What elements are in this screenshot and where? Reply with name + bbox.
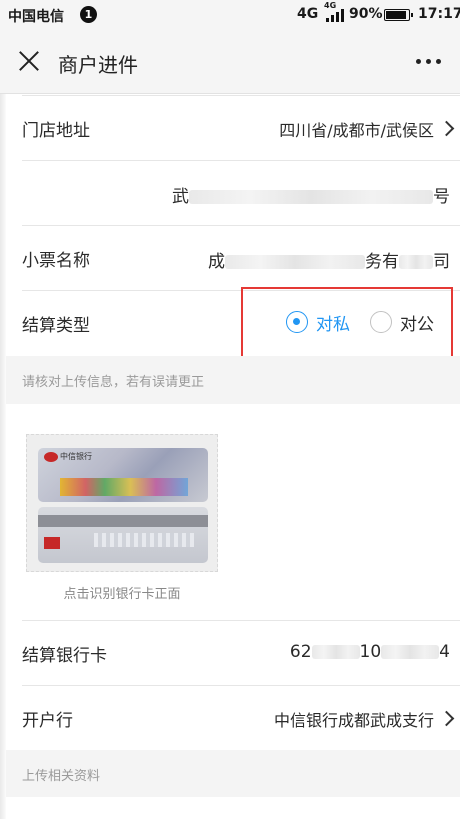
- receipt-name-label: 小票名称: [22, 251, 90, 271]
- page-title: 商户进件: [58, 53, 138, 77]
- redacted-text: [311, 645, 360, 659]
- close-icon[interactable]: [18, 50, 40, 72]
- opening-bank-row[interactable]: 开户行 中信银行成都武成支行: [6, 686, 460, 750]
- signature-panel: [94, 533, 194, 547]
- receipt-name-middle: 务有: [365, 252, 399, 272]
- bank-logo-icon: [44, 452, 58, 462]
- settlement-card-row[interactable]: 结算银行卡 62 10 4: [6, 621, 460, 685]
- settlement-type-label: 结算类型: [22, 316, 90, 336]
- form-content: 门店地址 四川省/成都市/武侯区 武号 小票名称 成务有司 结算类型 对私 对公…: [6, 94, 460, 819]
- battery-percent: 90%: [349, 6, 383, 22]
- address-detail-value: 武号: [172, 182, 450, 207]
- opening-bank-value: 中信银行成都武成支行: [273, 711, 434, 730]
- chevron-right-icon: [438, 710, 455, 727]
- receipt-name-suffix: 司: [433, 252, 450, 272]
- bank-card-front: 中信银行: [38, 448, 208, 502]
- address-detail-suffix: 号: [433, 187, 450, 207]
- battery-icon: [384, 9, 413, 21]
- store-address-row[interactable]: 门店地址 四川省/成都市/武侯区: [6, 96, 460, 160]
- bank-card-back: [38, 507, 208, 563]
- upload-section: 上传相关资料: [6, 750, 460, 797]
- bank-name-on-card: 中信银行: [60, 452, 92, 461]
- bank-card-photo[interactable]: 中信银行: [26, 434, 218, 572]
- opening-bank-label: 开户行: [22, 711, 73, 731]
- chevron-right-icon: [438, 120, 455, 137]
- store-address-value: 四川省/成都市/武侯区: [279, 121, 434, 140]
- redacted-stripe: [60, 478, 188, 496]
- signal-icon: [326, 9, 344, 22]
- clock: 17:17: [418, 6, 460, 22]
- receipt-name-prefix: 成: [208, 252, 225, 272]
- receipt-name-row[interactable]: 小票名称 成 务有 司: [6, 226, 460, 290]
- more-menu-icon[interactable]: [416, 59, 444, 67]
- address-detail-prefix: 武: [172, 187, 189, 207]
- card-number-middle: 10: [359, 642, 382, 662]
- card-number-suffix: 4: [439, 642, 450, 662]
- redacted-text: [189, 190, 433, 204]
- card-caption: 点击识别银行卡正面: [63, 587, 181, 602]
- verify-hint-section: 请核对上传信息，若有误请更正: [6, 356, 460, 404]
- notification-badge: 1: [80, 6, 97, 23]
- store-address-label: 门店地址: [22, 121, 90, 141]
- redacted-text: [399, 255, 433, 269]
- card-number-prefix: 62: [289, 642, 312, 662]
- carrier-name: 中国电信: [8, 9, 64, 25]
- redacted-text: [381, 645, 440, 659]
- network-type: 4G: [297, 6, 319, 22]
- settlement-card-label: 结算银行卡: [22, 646, 107, 666]
- unionpay-logo-icon: [44, 537, 60, 549]
- status-bar: 中国电信 1 4G 4G 90% 17:17: [0, 0, 460, 30]
- settlement-card-number: 62 10 4: [290, 642, 450, 662]
- verify-hint-text: 请核对上传信息，若有误请更正: [22, 375, 205, 390]
- upload-hint-text: 上传相关资料: [22, 769, 101, 784]
- title-bar: 商户进件: [0, 30, 460, 94]
- redacted-text: [225, 255, 365, 269]
- highlight-box: [241, 287, 453, 362]
- magnetic-stripe: [38, 515, 208, 527]
- address-detail-row[interactable]: 武号: [6, 161, 460, 225]
- receipt-name-value: 成 务有 司: [208, 247, 450, 272]
